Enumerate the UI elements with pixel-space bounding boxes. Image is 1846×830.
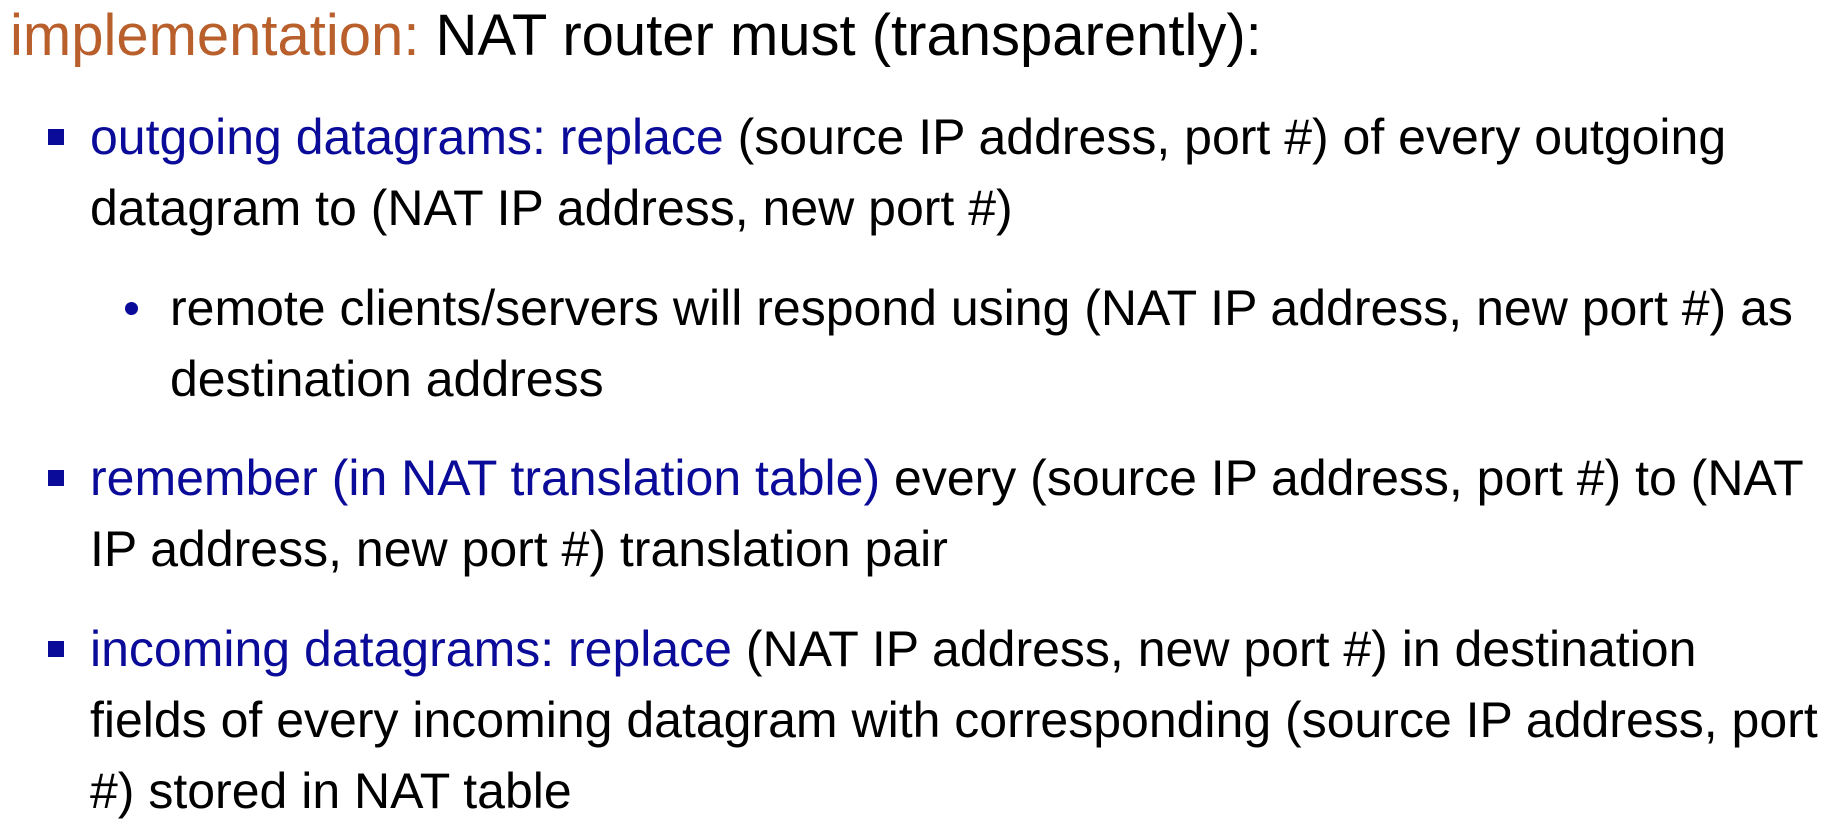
subbullet-remote-response: remote clients/servers will respond usin… xyxy=(125,273,1830,415)
bullet-highlight: incoming datagrams: replace xyxy=(90,621,732,677)
slide-heading: implementation: NAT router must (transpa… xyxy=(10,0,1262,72)
round-bullet-icon xyxy=(125,302,138,315)
square-bullet-icon xyxy=(48,129,64,145)
bullet-highlight: outgoing datagrams: replace xyxy=(90,109,724,165)
square-bullet-icon xyxy=(48,641,64,657)
slide: implementation: NAT router must (transpa… xyxy=(0,0,1846,830)
bullet-outgoing-datagrams: outgoing datagrams: replace (source IP a… xyxy=(48,102,1820,244)
square-bullet-icon xyxy=(48,470,64,486)
subbullet-text: remote clients/servers will respond usin… xyxy=(170,280,1793,407)
heading-rest: NAT router must (transparently): xyxy=(419,3,1262,68)
bullet-incoming-datagrams: incoming datagrams: replace (NAT IP addr… xyxy=(48,614,1820,827)
bullet-highlight: remember (in NAT translation table) xyxy=(90,450,881,506)
bullet-remember-translation: remember (in NAT translation table) ever… xyxy=(48,443,1820,585)
heading-accent: implementation: xyxy=(10,3,420,68)
